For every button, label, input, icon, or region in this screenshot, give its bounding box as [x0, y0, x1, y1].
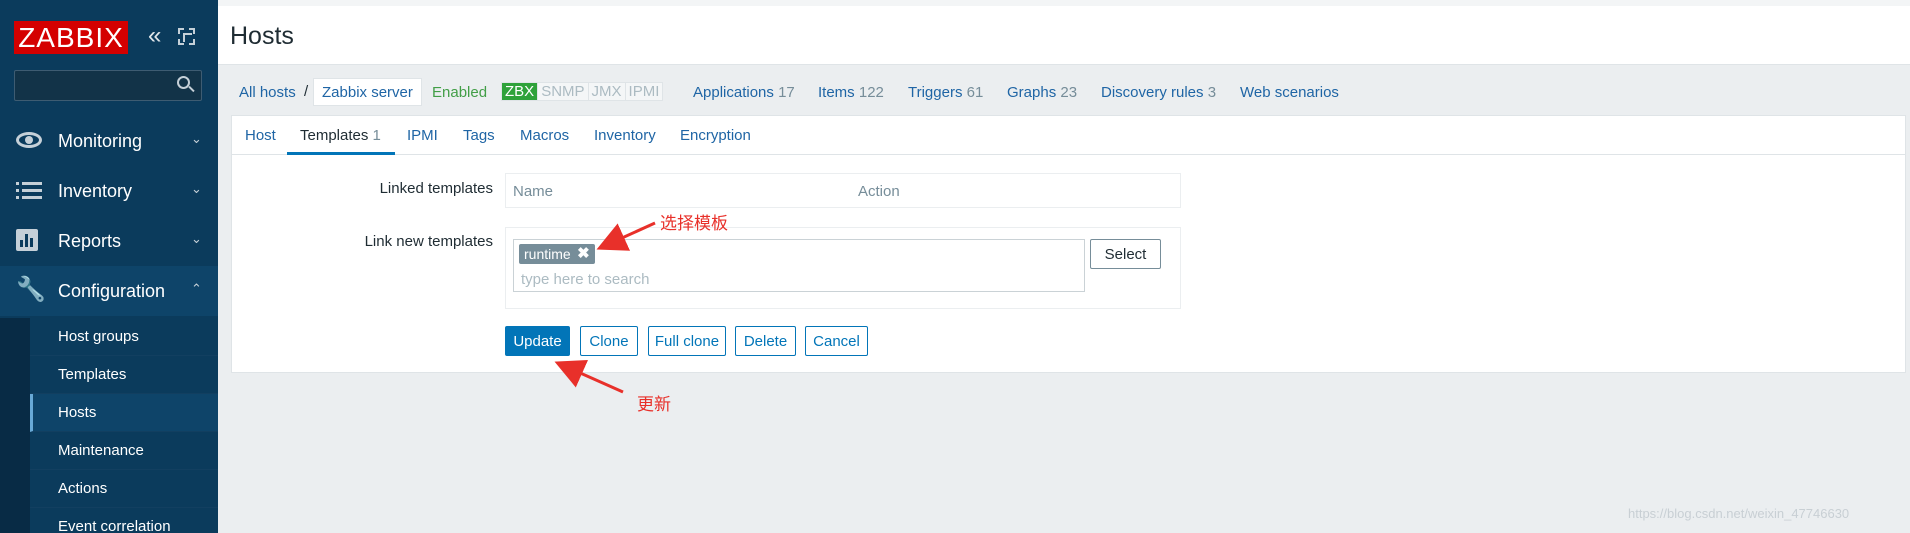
sidebar-search-input[interactable]: [14, 70, 202, 101]
chevron-down-icon: ⌄: [191, 131, 202, 146]
remove-chip-icon[interactable]: ✖: [577, 244, 590, 264]
submenu-label: Actions: [58, 480, 108, 497]
eye-icon: [16, 129, 42, 151]
breadcrumb-separator: /: [304, 83, 309, 100]
cancel-button[interactable]: Cancel: [805, 326, 868, 356]
submenu-event-correlation[interactable]: Event correlation: [30, 508, 218, 533]
submenu-label: Hosts: [58, 404, 97, 421]
tab-templates[interactable]: Templates 1: [300, 127, 381, 144]
chevron-down-icon: ⌄: [191, 231, 202, 246]
nav-applications[interactable]: Applications 17: [693, 84, 795, 101]
selected-template-chip: runtime ✖: [519, 244, 595, 264]
menu-reports[interactable]: Reports ⌄: [0, 216, 218, 266]
nav-web-scenarios[interactable]: Web scenarios: [1240, 84, 1339, 101]
linked-templates-label: Linked templates: [379, 180, 493, 197]
form-tabs: Host Templates 1 IPMI Tags Macros Invent…: [232, 116, 1905, 155]
nav-label: Discovery rules: [1101, 84, 1204, 101]
chevron-up-icon: ⌃: [191, 281, 202, 296]
nav-label: Graphs: [1007, 84, 1057, 101]
delete-button[interactable]: Delete: [735, 326, 796, 356]
update-button[interactable]: Update: [505, 326, 570, 356]
nav-label: Applications: [693, 84, 774, 101]
submenu-label: Event correlation: [58, 518, 171, 533]
tab-macros[interactable]: Macros: [520, 127, 569, 144]
ipmi-availability: IPMI: [625, 83, 663, 100]
page-header: Hosts: [218, 0, 1910, 65]
jmx-availability: JMX: [588, 83, 626, 100]
tab-encryption[interactable]: Encryption: [680, 127, 751, 144]
configuration-submenu: Host groups Templates Hosts Maintenance …: [0, 318, 218, 533]
kiosk-mode-icon[interactable]: [178, 28, 195, 45]
search-icon[interactable]: [177, 76, 195, 94]
nav-count: 17: [778, 84, 795, 101]
nav-items[interactable]: Items 122: [818, 84, 884, 101]
tab-inventory[interactable]: Inventory: [594, 127, 656, 144]
snmp-availability: SNMP: [538, 83, 589, 100]
menu-label: Monitoring: [58, 131, 143, 151]
menu-inventory[interactable]: Inventory ⌄: [0, 166, 218, 216]
annotation-update: 更新: [637, 395, 671, 414]
submenu-label: Host groups: [58, 328, 139, 345]
submenu-templates[interactable]: Templates: [30, 356, 218, 394]
page-title: Hosts: [230, 22, 294, 50]
nav-count: 23: [1060, 84, 1078, 101]
breadcrumb-current-host[interactable]: Zabbix server: [313, 78, 422, 106]
tab-count: 1: [372, 127, 381, 144]
bar-chart-icon: [16, 229, 38, 251]
nav-graphs[interactable]: Graphs 23: [1007, 84, 1077, 101]
tab-label: Templates: [300, 127, 369, 144]
submenu-label: Maintenance: [58, 442, 144, 459]
clone-button[interactable]: Clone: [580, 326, 638, 356]
zbx-availability: ZBX: [502, 83, 539, 100]
nav-triggers[interactable]: Triggers 61: [908, 84, 983, 101]
submenu-maintenance[interactable]: Maintenance: [30, 432, 218, 470]
zabbix-logo[interactable]: ZABBIX: [14, 21, 128, 54]
collapse-sidebar-icon[interactable]: «: [148, 24, 168, 48]
template-multiselect[interactable]: runtime ✖ type here to search: [513, 239, 1085, 292]
watermark: https://blog.csdn.net/weixin_47746630: [1628, 506, 1850, 521]
submenu-actions[interactable]: Actions: [30, 470, 218, 508]
select-template-button[interactable]: Select: [1090, 239, 1161, 269]
wrench-icon: 🔧: [16, 276, 46, 303]
nav-label: Web scenarios: [1240, 84, 1339, 101]
link-new-templates-box: runtime ✖ type here to search Select: [505, 227, 1181, 309]
linked-templates-table: Name Action: [505, 173, 1181, 208]
chip-label: runtime: [524, 246, 571, 262]
template-search-input[interactable]: type here to search: [521, 271, 649, 288]
list-icon: [16, 179, 42, 201]
sidebar: ZABBIX « Monitoring ⌄ Inventory ⌄ Report…: [0, 0, 218, 533]
link-new-templates-label: Link new templates: [364, 233, 493, 250]
nav-label: Triggers: [908, 84, 963, 101]
menu-label: Configuration: [58, 281, 166, 301]
tab-host[interactable]: Host: [245, 127, 276, 144]
host-form-panel: Host Templates 1 IPMI Tags Macros Invent…: [231, 115, 1906, 373]
menu-label: Inventory: [58, 181, 133, 201]
menu-configuration[interactable]: 🔧 Configuration ⌃: [0, 266, 218, 316]
menu-label: Reports: [58, 231, 122, 251]
host-status-enabled[interactable]: Enabled: [432, 84, 487, 101]
nav-label: Items: [818, 84, 855, 101]
nav-count: 61: [966, 84, 984, 101]
breadcrumb-all-hosts[interactable]: All hosts: [239, 84, 296, 101]
chevron-down-icon: ⌄: [191, 181, 202, 196]
column-header-action: Action: [858, 183, 900, 200]
active-tab-indicator: [287, 152, 395, 155]
annotation-select-template: 选择模板: [660, 214, 728, 233]
menu-monitoring[interactable]: Monitoring ⌄: [0, 116, 218, 166]
availability-indicators: ZBX SNMP JMX IPMI: [501, 82, 664, 101]
nav-count: 3: [1207, 84, 1217, 101]
submenu-host-groups[interactable]: Host groups: [30, 318, 218, 356]
nav-count: 122: [858, 84, 884, 101]
submenu-label: Templates: [58, 366, 127, 383]
submenu-gutter: [0, 318, 30, 533]
nav-discovery-rules[interactable]: Discovery rules 3: [1101, 84, 1216, 101]
submenu-hosts[interactable]: Hosts: [30, 394, 218, 432]
full-clone-button[interactable]: Full clone: [648, 326, 726, 356]
tab-tags[interactable]: Tags: [463, 127, 495, 144]
column-header-name: Name: [513, 183, 554, 200]
tab-ipmi[interactable]: IPMI: [407, 127, 438, 144]
